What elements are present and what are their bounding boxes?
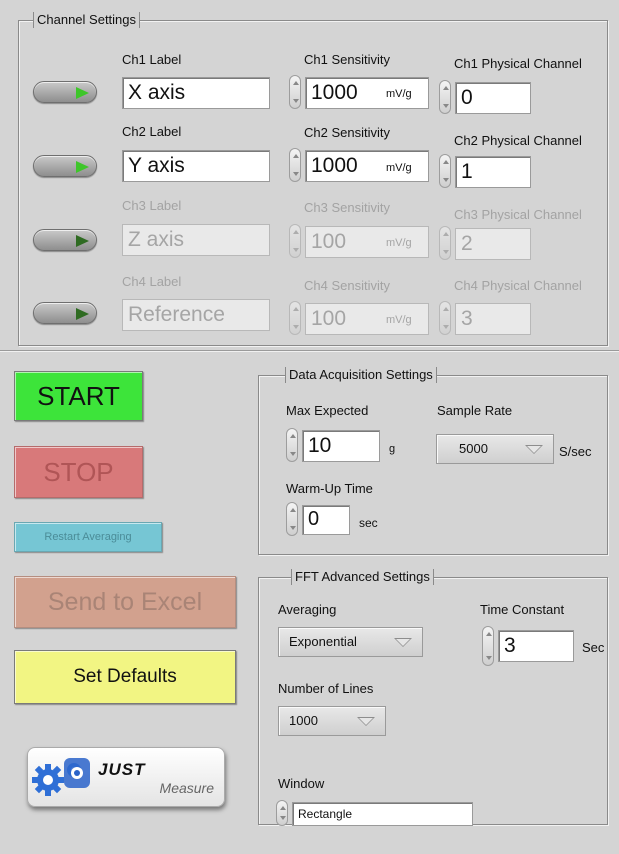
- ch4-label-input[interactable]: Reference: [122, 299, 270, 331]
- sample-rate-dropdown[interactable]: 5000: [436, 434, 554, 464]
- averaging-value: Exponential: [289, 634, 357, 649]
- ch3-physical-input[interactable]: 2: [455, 228, 531, 260]
- ch2-physical-spinner[interactable]: [439, 154, 451, 188]
- send-to-excel-button[interactable]: Send to Excel: [14, 576, 236, 628]
- warmup-time-unit: sec: [359, 516, 378, 530]
- ch4-physical-caption: Ch4 Physical Channel: [454, 278, 582, 293]
- restart-averaging-button[interactable]: Restart Averaging: [14, 522, 162, 552]
- ch4-led-icon: [76, 308, 89, 320]
- ch3-sensitivity-unit: mV/g: [386, 237, 412, 249]
- ch3-led-icon: [76, 235, 89, 247]
- ch2-label-input[interactable]: Y axis: [122, 150, 270, 182]
- just-measure-logo: JUST Measure: [27, 747, 225, 807]
- warmup-time-input[interactable]: 0: [302, 505, 350, 535]
- set-defaults-button[interactable]: Set Defaults: [14, 650, 236, 704]
- gear-icon: [32, 758, 90, 796]
- warmup-time-spinner[interactable]: [286, 502, 298, 536]
- ch4-physical-input[interactable]: 3: [455, 303, 531, 335]
- ch2-sensitivity-spinner[interactable]: [289, 148, 301, 182]
- ch1-enable-toggle[interactable]: [33, 81, 97, 103]
- ch4-physical-spinner[interactable]: [439, 301, 451, 335]
- ch2-physical-caption: Ch2 Physical Channel: [454, 133, 582, 148]
- ch2-enable-toggle[interactable]: [33, 155, 97, 177]
- ch4-label-caption: Ch4 Label: [122, 274, 182, 289]
- chevron-down-icon: [357, 717, 375, 726]
- ch1-sensitivity-unit: mV/g: [386, 88, 412, 100]
- ch2-physical-input[interactable]: 1: [455, 156, 531, 188]
- ch3-label-input[interactable]: Z axis: [122, 224, 270, 256]
- ch1-sensitivity-caption: Ch1 Sensitivity: [304, 52, 390, 67]
- averaging-label: Averaging: [278, 602, 337, 617]
- time-constant-input[interactable]: 3: [498, 630, 574, 662]
- max-expected-label: Max Expected: [286, 403, 369, 418]
- ch3-enable-toggle[interactable]: [33, 229, 97, 251]
- number-of-lines-value: 1000: [289, 713, 318, 728]
- ch3-physical-spinner[interactable]: [439, 226, 451, 260]
- channel-settings-title: Channel Settings: [33, 12, 141, 28]
- ch2-sensitivity-caption: Ch2 Sensitivity: [304, 125, 390, 140]
- ch1-physical-spinner[interactable]: [439, 80, 451, 114]
- max-expected-unit: g: [389, 443, 396, 455]
- ch2-sensitivity-unit: mV/g: [386, 162, 412, 174]
- ch3-label-caption: Ch3 Label: [122, 198, 182, 213]
- ch3-sensitivity-caption: Ch3 Sensitivity: [304, 200, 390, 215]
- logo-product-text: Measure: [159, 780, 214, 796]
- ch1-physical-input[interactable]: 0: [455, 82, 531, 114]
- window-input[interactable]: Rectangle: [292, 802, 473, 826]
- number-of-lines-label: Number of Lines: [278, 681, 374, 696]
- time-constant-label: Time Constant: [480, 602, 565, 617]
- divider: [0, 350, 619, 351]
- number-of-lines-dropdown[interactable]: 1000: [278, 706, 386, 736]
- sample-rate-label: Sample Rate: [437, 403, 513, 418]
- window-spinner[interactable]: [276, 800, 288, 826]
- ch3-physical-caption: Ch3 Physical Channel: [454, 207, 582, 222]
- ch1-label-input[interactable]: X axis: [122, 77, 270, 109]
- chevron-down-icon: [525, 445, 543, 454]
- warmup-time-label: Warm-Up Time: [286, 481, 373, 496]
- ch1-physical-caption: Ch1 Physical Channel: [454, 56, 582, 71]
- ch4-sensitivity-spinner[interactable]: [289, 301, 301, 335]
- chevron-down-icon: [394, 638, 412, 647]
- daq-settings-title: Data Acquisition Settings: [285, 367, 437, 383]
- ch4-sensitivity-unit: mV/g: [386, 314, 412, 326]
- ch4-sensitivity-caption: Ch4 Sensitivity: [304, 278, 390, 293]
- ch1-led-icon: [76, 87, 89, 99]
- max-expected-spinner[interactable]: [286, 428, 298, 462]
- stop-button[interactable]: STOP: [14, 446, 143, 498]
- logo-brand-text: JUST: [98, 760, 146, 779]
- ch4-enable-toggle[interactable]: [33, 302, 97, 324]
- averaging-dropdown[interactable]: Exponential: [278, 627, 423, 657]
- time-constant-spinner[interactable]: [482, 626, 494, 666]
- sample-rate-value: 5000: [459, 441, 488, 456]
- sample-rate-unit: S/sec: [559, 444, 592, 459]
- time-constant-unit: Sec: [582, 640, 605, 655]
- ch2-label-caption: Ch2 Label: [122, 124, 182, 139]
- start-button[interactable]: START: [14, 371, 143, 421]
- fft-settings-title: FFT Advanced Settings: [291, 569, 434, 585]
- ch1-label-caption: Ch1 Label: [122, 52, 182, 67]
- ch1-sensitivity-spinner[interactable]: [289, 75, 301, 109]
- ch2-led-icon: [76, 161, 89, 173]
- window-label: Window: [278, 776, 325, 791]
- max-expected-input[interactable]: 10: [302, 430, 380, 462]
- ch3-sensitivity-spinner[interactable]: [289, 224, 301, 258]
